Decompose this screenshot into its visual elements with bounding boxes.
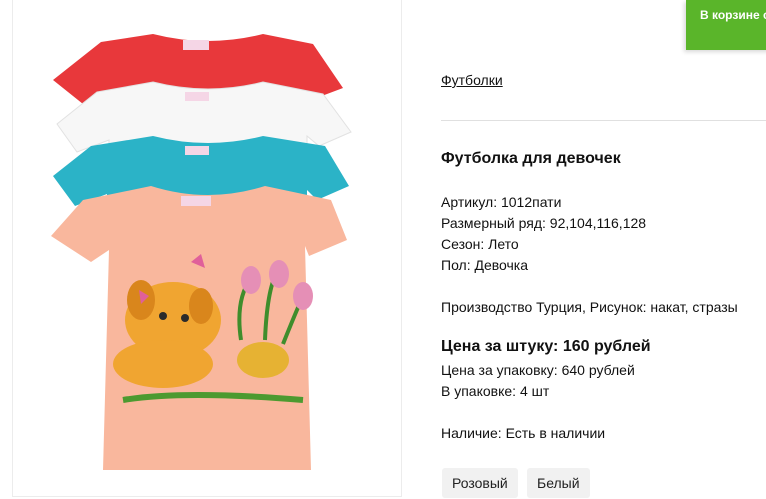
product-image[interactable] [12,0,402,497]
pack-quantity: В упаковке: 4 шт [441,383,550,399]
price-per-pack: Цена за упаковку: 640 рублей [441,362,635,378]
cart-toast[interactable]: В корзине с [686,0,766,50]
season-text: Сезон: Лето [441,236,519,252]
sizes-text: Размерный ряд: 92,104,116,128 [441,215,647,231]
breadcrumb-category-link[interactable]: Футболки [441,72,503,88]
tshirt-stack-illustration [51,34,352,470]
production-text: Производство Турция, Рисунок: накат, стр… [441,299,738,315]
divider [441,120,766,121]
variant-pink-button[interactable]: Розовый [442,468,518,498]
gender-text: Пол: Девочка [441,257,529,273]
price-per-unit: Цена за штуку: 160 рублей [441,338,651,355]
article-text: Артикул: 1012пати [441,194,562,210]
variant-white-button[interactable]: Белый [527,468,590,498]
availability-text: Наличие: Есть в наличии [441,425,606,441]
product-title: Футболка для девочек [441,150,621,167]
